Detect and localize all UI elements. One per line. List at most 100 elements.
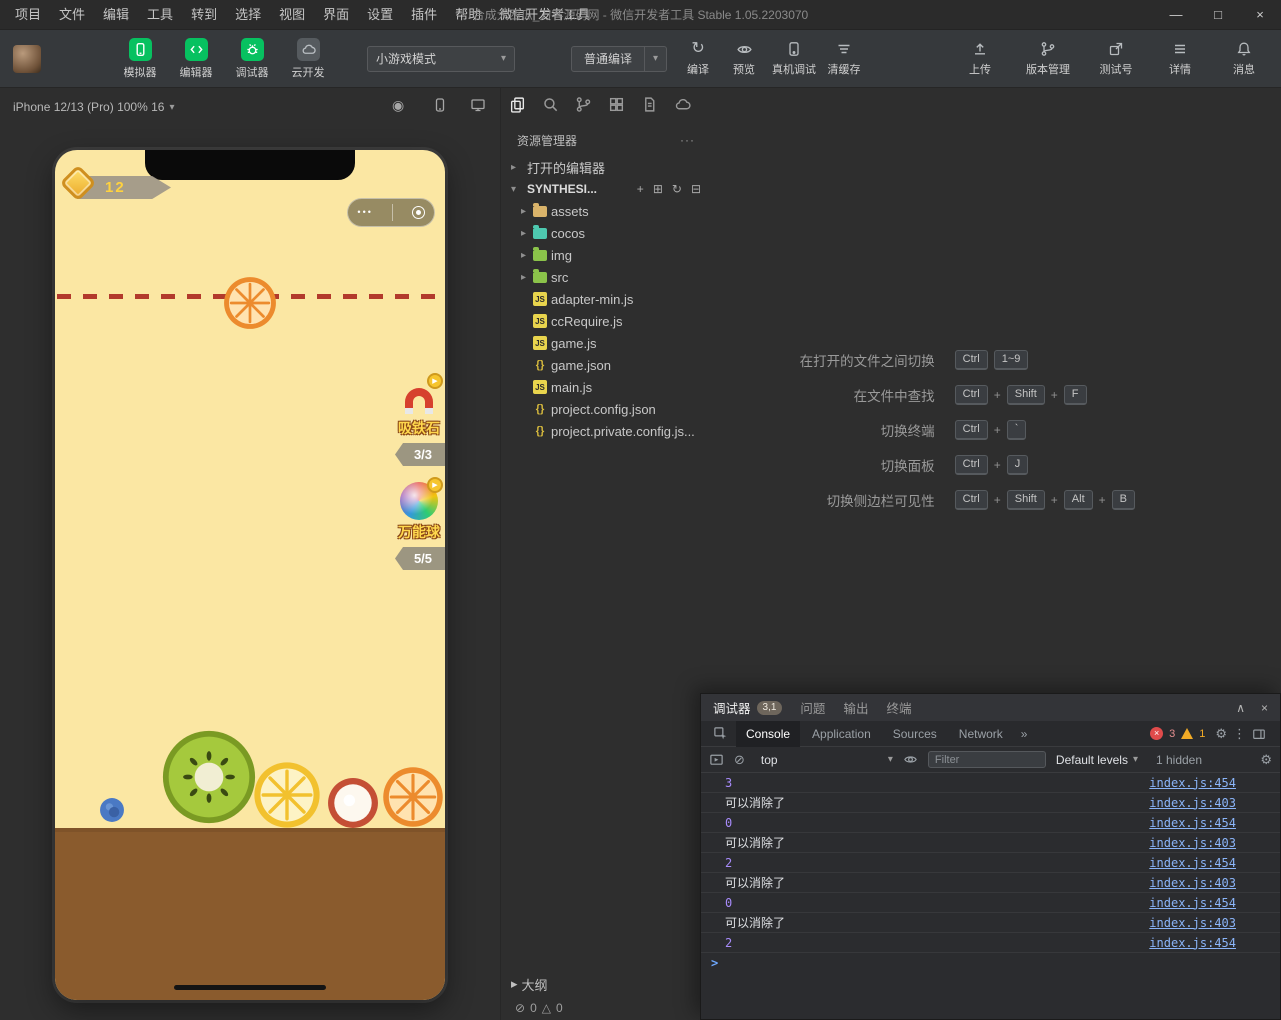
exit-circle-icon[interactable] [411,206,425,219]
tree-item-project-private-config[interactable]: {} project.private.config.js... [501,420,711,442]
debugger-button[interactable]: 调试器 [229,37,275,80]
close-panel-icon[interactable]: × [1261,701,1268,715]
file-preview-icon[interactable] [641,96,658,113]
tree-item-adapter-min-js[interactable]: JS adapter-min.js [501,288,711,310]
explorer-icon[interactable] [509,96,526,113]
menu-plugins[interactable]: 插件 [402,0,446,30]
dock-side-icon[interactable] [1252,727,1266,741]
prop-magnet[interactable]: ▶ 吸铁石 3/3 [393,373,445,466]
clear-cache-button[interactable]: 清缓存 [823,40,865,77]
source-link[interactable]: index.js:403 [1149,836,1236,850]
version-control-button[interactable]: 版本管理 [1023,40,1073,77]
user-avatar[interactable] [13,44,41,73]
tab-problems[interactable]: 问题 [800,698,825,717]
prop-rainbow-ball[interactable]: ▶ 万能球 5/5 [393,477,445,570]
more-tabs-icon[interactable]: » [1015,727,1034,741]
section-project-root[interactable]: ▾ SYNTHESI... + ⊞ ↻ ⊟ [501,178,711,200]
menu-settings[interactable]: 设置 [358,0,402,30]
log-levels-selector[interactable]: Default levels ▾ [1056,753,1138,767]
devtools-settings-icon[interactable]: ⚙ [1215,726,1227,742]
section-open-editors[interactable]: ▸ 打开的编辑器 [501,156,711,178]
tab-console[interactable]: Console [736,720,801,747]
tree-item-game-json[interactable]: {} game.json [501,354,711,376]
preview-button[interactable]: 预览 [723,40,765,77]
device-selector[interactable]: iPhone 12/13 (Pro) 100% 16 ▾ [13,100,174,114]
source-link[interactable]: index.js:454 [1149,856,1236,870]
collapse-panel-icon[interactable]: ∧ [1236,701,1245,715]
messages-button[interactable]: 消息 [1223,40,1265,77]
menu-tools[interactable]: 工具 [138,0,182,30]
source-link[interactable]: index.js:403 [1149,916,1236,930]
context-selector[interactable]: top ▾ [761,753,893,767]
mode-select[interactable]: 小游戏模式 ▾ [367,45,515,72]
cloud-dev-button[interactable]: 云开发 [285,37,331,80]
record-icon[interactable]: ◉ [392,97,404,114]
tab-network[interactable]: Network [949,721,1013,747]
tree-item-assets[interactable]: ▸ assets [501,200,711,222]
filter-input[interactable] [927,751,1046,768]
outline-section[interactable]: ▸ 大纲 [501,972,711,996]
tree-item-cocos[interactable]: ▸ cocos [501,222,711,244]
multi-device-icon[interactable] [470,97,486,113]
refresh-icon[interactable]: ↻ [672,182,682,196]
problems-status[interactable]: ⊘ 0 △ 0 [501,996,711,1020]
compile-mode-select[interactable]: 普通编译 ▾ [571,45,668,72]
console-prompt[interactable]: > [701,953,1280,973]
menu-view[interactable]: 视图 [270,0,314,30]
menu-project[interactable]: 项目 [6,0,50,30]
source-link[interactable]: index.js:454 [1149,776,1236,790]
tab-debugger[interactable]: 调试器 3,1 [713,698,783,717]
warning-count[interactable]: 1 [1199,728,1205,740]
menu-select[interactable]: 选择 [226,0,270,30]
search-icon[interactable] [542,96,559,113]
menu-goto[interactable]: 转到 [182,0,226,30]
inspect-element-icon[interactable] [713,726,728,741]
source-link[interactable]: index.js:454 [1149,816,1236,830]
caret-down-icon[interactable]: ▾ [644,46,666,71]
devtools-menu-icon[interactable]: ⋮ [1233,726,1246,742]
simulator-button[interactable]: 模拟器 [117,37,163,80]
collapse-folders-icon[interactable]: ⊟ [691,182,701,196]
cloud-icon[interactable] [674,96,691,113]
source-link[interactable]: index.js:403 [1149,796,1236,810]
tree-item-src[interactable]: ▸ src [501,266,711,288]
test-account-button[interactable]: 测试号 [1095,40,1137,77]
new-file-icon[interactable]: + [637,182,644,196]
source-link[interactable]: index.js:454 [1149,896,1236,910]
maximize-button[interactable]: □ [1197,0,1239,30]
game-screen[interactable]: 12 ••• ▶ 吸铁石 3/3 ▶ 万能球 5/5 [55,150,445,1000]
extensions-icon[interactable] [608,96,625,113]
more-actions-icon[interactable]: ··· [680,133,695,147]
rotate-phone-icon[interactable] [432,97,448,113]
details-button[interactable]: 详情 [1159,40,1201,77]
hidden-messages-count[interactable]: 1 hidden [1156,753,1202,767]
menu-interface[interactable]: 界面 [314,0,358,30]
tab-application[interactable]: Application [802,721,881,747]
new-folder-icon[interactable]: ⊞ [653,182,663,196]
console-settings-icon[interactable]: ⚙ [1260,752,1272,768]
tab-output[interactable]: 输出 [843,698,868,717]
menu-edit[interactable]: 编辑 [94,0,138,30]
menu-dots-icon[interactable]: ••• [357,208,372,217]
live-expression-eye-icon[interactable] [903,752,918,767]
device-debug-button[interactable]: 真机调试 [769,40,819,77]
close-button[interactable]: × [1239,0,1281,30]
tab-sources[interactable]: Sources [883,721,947,747]
clear-console-icon[interactable]: ⊘ [734,752,745,768]
tree-item-main-js[interactable]: JS main.js [501,376,711,398]
compile-button[interactable]: ↻ 编译 [677,40,719,77]
tree-item-project-config-json[interactable]: {} project.config.json [501,398,711,420]
upload-button[interactable]: 上传 [959,40,1001,77]
tab-terminal[interactable]: 终端 [886,698,911,717]
editor-button[interactable]: 编辑器 [173,37,219,80]
tree-item-game-js[interactable]: JS game.js [501,332,711,354]
tree-item-img[interactable]: ▸ img [501,244,711,266]
menu-file[interactable]: 文件 [50,0,94,30]
minimize-button[interactable]: — [1155,0,1197,30]
console-sidebar-icon[interactable] [709,752,724,767]
tree-item-ccrequire-js[interactable]: JS ccRequire.js [501,310,711,332]
source-link[interactable]: index.js:403 [1149,876,1236,890]
error-count[interactable]: 3 [1169,728,1175,740]
source-control-icon[interactable] [575,96,592,113]
source-link[interactable]: index.js:454 [1149,936,1236,950]
